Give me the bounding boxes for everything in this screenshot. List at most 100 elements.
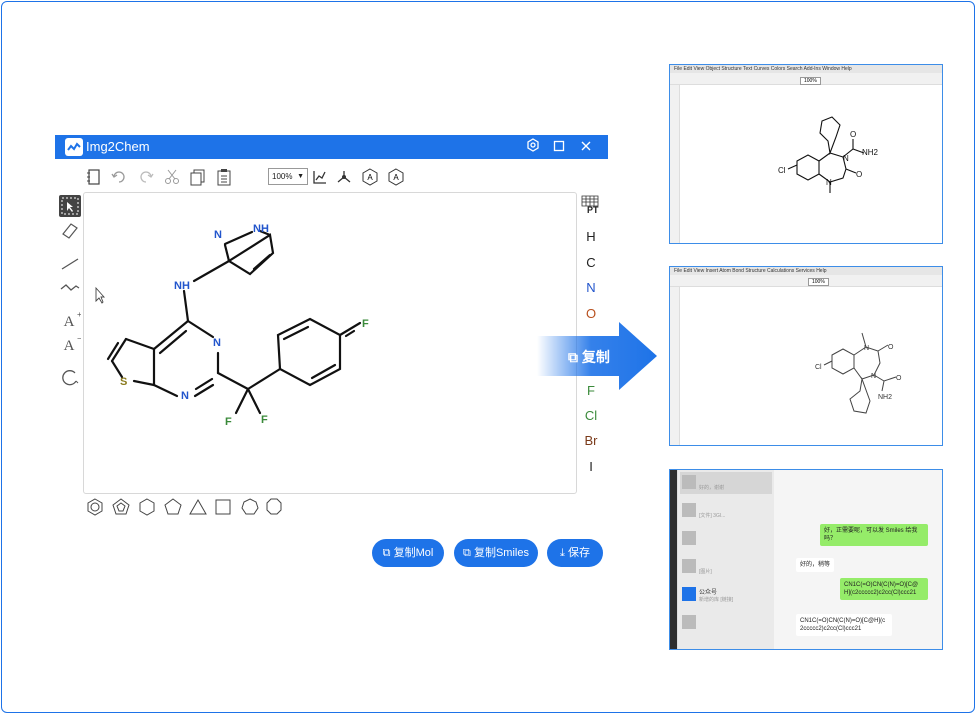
pyrimidine-n1-label: N (181, 390, 189, 402)
mol-cl-label: Cl (778, 166, 786, 175)
chain-icon[interactable] (59, 277, 81, 299)
eraser-icon[interactable] (59, 219, 81, 241)
mol-o-label: O (888, 344, 894, 351)
mol-n2-label: N (871, 373, 876, 380)
drawing-canvas[interactable]: N NH NH N N S F F F (83, 192, 577, 494)
zoom-select: 100% (800, 77, 821, 85)
mol-o2-label: O (896, 375, 902, 382)
message-pane: 好，正需要呢，可以发 Smiles 给我吗？ 好的，稍等 CN1C(=O)CN(… (774, 470, 942, 649)
avatar (682, 531, 696, 545)
avatar (682, 503, 696, 517)
chat-sidebar (670, 470, 678, 649)
copy-mol-button[interactable]: ⧉ 复制Mol (372, 539, 444, 567)
mol-n-label: N (864, 345, 869, 352)
mol-n2-label: N (826, 178, 832, 187)
triangle-icon (189, 498, 207, 515)
contact-name: 公众号 (699, 590, 718, 596)
undo-icon[interactable] (110, 168, 128, 186)
element-c[interactable]: C (577, 255, 605, 270)
thiophene-s-label: S (120, 376, 127, 388)
save-button[interactable]: ⤓ 保存 (547, 539, 603, 567)
aromatic-a-icon[interactable]: A (361, 168, 379, 186)
element-n[interactable]: N (577, 280, 605, 295)
avatar (682, 559, 696, 573)
contact-item[interactable] (680, 528, 772, 550)
copy-icon: ⧉ (568, 349, 582, 365)
contact-item[interactable]: 好的，谢谢 (680, 472, 772, 494)
svg-text:A: A (393, 173, 399, 182)
paste-icon[interactable] (215, 168, 233, 186)
contact-item[interactable]: [图片] (680, 556, 772, 578)
redo-icon[interactable] (137, 168, 155, 186)
marvin-screenshot: File Edit View Insert Atom Bond Structur… (669, 266, 943, 446)
dearomatize-a-icon[interactable]: A (387, 168, 405, 186)
zoom-select[interactable]: 100% ▼ (268, 168, 308, 185)
contact-item[interactable] (680, 612, 772, 634)
img2chem-window: Img2Chem 100% ▼ A A A + A − N NH NH N N … (55, 135, 608, 567)
mouse-cursor-icon (95, 286, 106, 304)
periodic-table-button[interactable]: PT (581, 195, 601, 215)
copy-mol-label: 复制Mol (393, 547, 434, 559)
svg-text:A: A (64, 338, 75, 354)
fluorine-label-1: F (225, 416, 232, 428)
mol-o2-label: O (856, 170, 862, 179)
element-i[interactable]: I (577, 459, 605, 474)
copy-icon: ⧉ (382, 547, 394, 559)
molecule-drawing: Cl N NH2 O O N (778, 116, 879, 193)
zoom-select: 100% (808, 278, 829, 286)
contact-item[interactable]: 公众号 新增的库 [链接] (680, 584, 772, 606)
pyrimidine-n3-label: N (213, 337, 221, 349)
message-bubble: 好，正需要呢，可以发 Smiles 给我吗？ (820, 524, 928, 546)
element-o[interactable]: O (577, 306, 605, 321)
download-icon: ⤓ (560, 547, 568, 559)
mol-nh2-label: NH2 (862, 148, 879, 157)
contact-list: 好的，谢谢 [文件] 3GI... [图片] 公众号 新增的库 [链接] (678, 470, 774, 649)
lasso-icon[interactable] (59, 367, 81, 389)
copy-icon[interactable] (189, 168, 207, 186)
message-bubble: CN1C(=O)CN(C(N)=O)[C@H](c2ccccc2)c2cc(Cl… (840, 578, 928, 600)
pyrazole-nh-label: NH (253, 223, 269, 235)
element-cl[interactable]: Cl (577, 408, 605, 423)
avatar (682, 475, 696, 489)
decrease-charge-icon[interactable]: A − (59, 333, 82, 355)
close-button[interactable] (576, 137, 596, 157)
increase-charge-icon[interactable]: A + (59, 309, 82, 331)
hexagon-icon (139, 498, 155, 516)
mol-cl-label: Cl (815, 364, 822, 371)
cut-icon[interactable] (163, 168, 181, 186)
mol-nh2-label: NH2 (878, 394, 892, 401)
contact-snippet: 新增的库 [链接] (699, 597, 734, 603)
element-h[interactable]: H (577, 229, 605, 244)
contact-item[interactable]: [文件] 3GI... (680, 500, 772, 522)
element-br[interactable]: Br (577, 433, 605, 448)
menu-bar: File Edit View Insert Atom Bond Structur… (670, 267, 942, 275)
single-bond-icon[interactable] (59, 253, 81, 275)
contact-snippet: [文件] 3GI... (699, 513, 726, 519)
avatar (682, 587, 696, 601)
app-title: Img2Chem (86, 139, 150, 154)
molecule-drawing: Cl N O N O NH2 (815, 332, 902, 414)
template-icon[interactable] (85, 168, 103, 186)
avatar (682, 615, 696, 629)
message-bubble: 好的，稍等 (796, 558, 835, 572)
amine-nh-label: NH (174, 280, 190, 292)
benzene-ring-icon (87, 498, 103, 516)
svg-text:+: + (77, 310, 81, 319)
pt-label: PT (587, 205, 599, 215)
maximize-button[interactable] (549, 137, 569, 157)
title-bar: Img2Chem (55, 135, 608, 159)
settings-icon[interactable] (523, 137, 543, 157)
chemdraw-screenshot: File Edit View Object Structure Text Cur… (669, 64, 943, 244)
fluorine-label-3: F (362, 318, 369, 330)
select-tool-icon[interactable] (59, 195, 81, 217)
octagon-icon (266, 498, 282, 515)
clean-structure-icon[interactable] (335, 168, 353, 186)
copy-smiles-button[interactable]: ⧉ 复制Smiles (454, 539, 538, 567)
square-icon (215, 499, 231, 515)
chart-icon[interactable] (311, 168, 329, 186)
fluorine-label-2: F (261, 414, 268, 426)
ring-templates (85, 497, 295, 517)
menu-bar: File Edit View Object Structure Text Cur… (670, 65, 942, 73)
aromatic-pentagon-icon (112, 498, 130, 515)
app-logo-icon (65, 138, 83, 156)
